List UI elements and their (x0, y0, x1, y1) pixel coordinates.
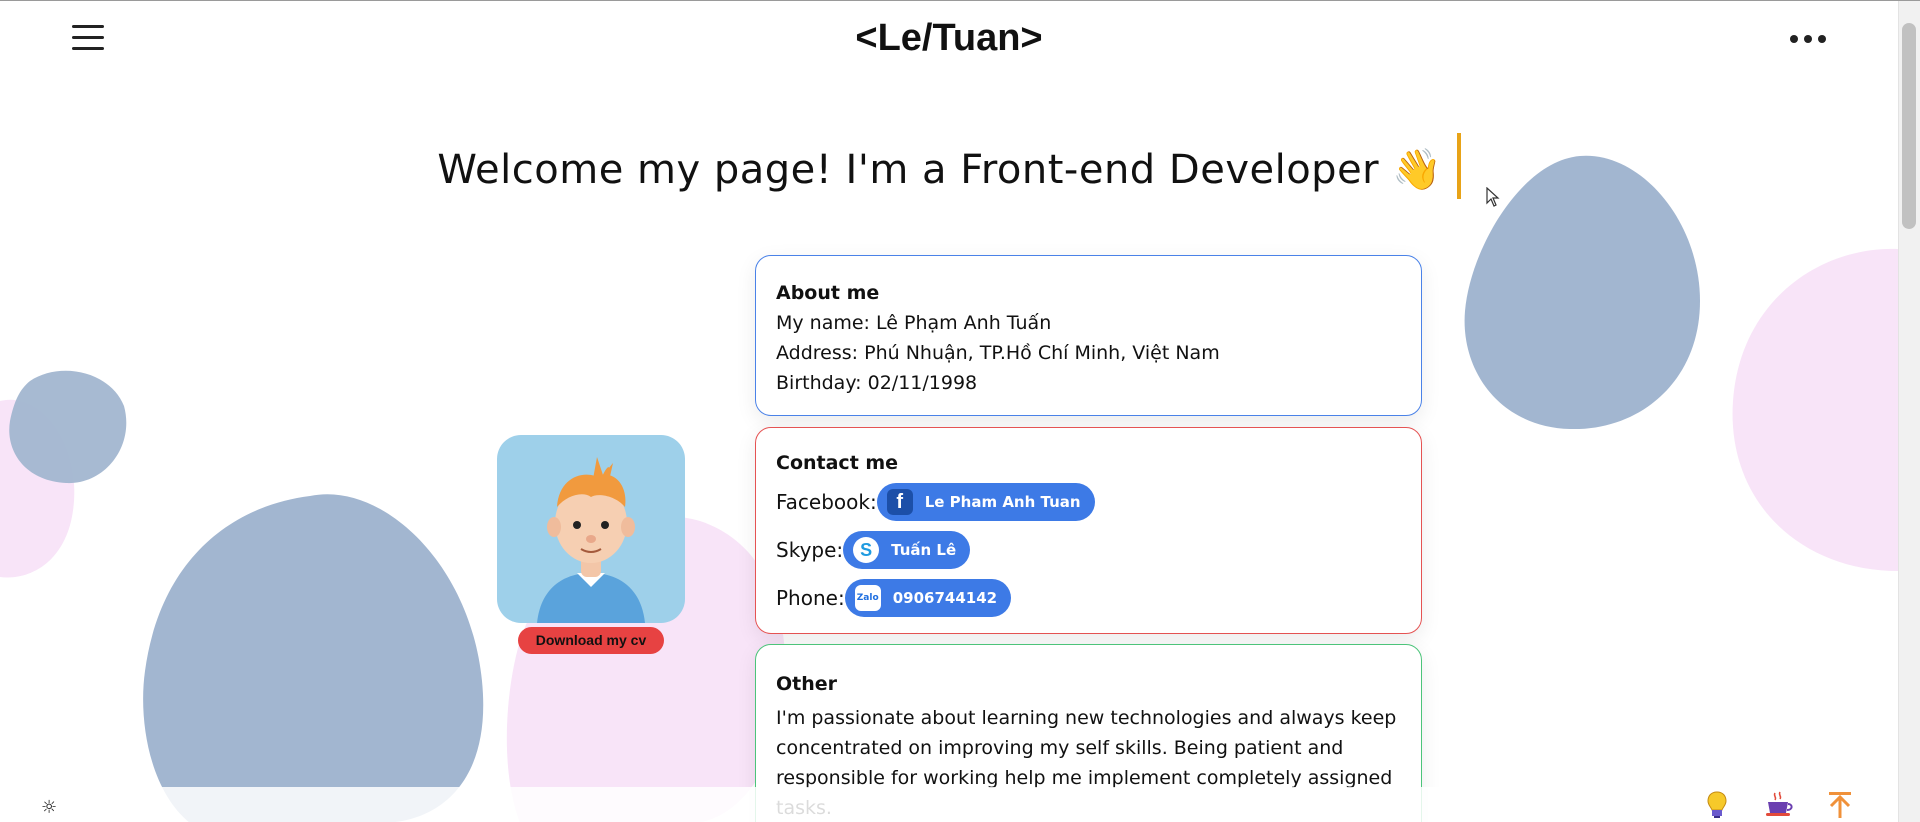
phone-label: Phone: (776, 586, 845, 610)
arrow-up-icon[interactable] (1828, 791, 1852, 819)
download-cv-button[interactable]: Download my cv (518, 627, 664, 654)
coffee-icon[interactable] (1765, 791, 1795, 817)
more-icon[interactable] (1790, 31, 1832, 47)
facebook-link[interactable]: f Le Pham Anh Tuan (876, 483, 1095, 521)
skype-icon: S (853, 537, 880, 563)
skype-link[interactable]: S Tuấn Lê (843, 531, 971, 569)
contact-title: Contact me (776, 452, 899, 474)
lightbulb-icon[interactable] (1707, 791, 1727, 819)
header: <Le/Tuan> (0, 1, 1898, 81)
blue-blob-small (9, 370, 127, 484)
welcome-heading: Welcome my page! I'm a Front-end Develop… (0, 133, 1898, 205)
zalo-icon: Zalo (854, 585, 881, 611)
avatar (497, 435, 685, 623)
bottom-toolbar (0, 787, 1898, 822)
contact-card: Contact me Facebook: f Le Pham Anh Tuan … (755, 427, 1422, 634)
mouse-cursor-icon (1486, 187, 1500, 207)
sun-icon[interactable]: ☼ (41, 797, 57, 818)
scrollbar[interactable] (1898, 1, 1920, 822)
pink-blob-right (1732, 248, 1898, 571)
contact-row-phone: Phone: Zalo 0906744142 (776, 574, 1401, 622)
facebook-name: Le Pham Anh Tuan (924, 493, 1081, 511)
scrollbar-thumb[interactable] (1902, 23, 1916, 229)
about-card: About me My name: Lê Phạm Anh Tuấn Addre… (755, 255, 1422, 416)
contact-row-facebook: Facebook: f Le Pham Anh Tuan (776, 478, 1401, 526)
skype-label: Skype: (776, 538, 844, 562)
welcome-text: Welcome my page! I'm a Front-end Develop… (437, 147, 1443, 193)
site-logo[interactable]: <Le/Tuan> (0, 17, 1898, 60)
contact-row-skype: Skype: S Tuấn Lê (776, 526, 1401, 574)
about-title: About me (776, 282, 880, 304)
phone-link[interactable]: Zalo 0906744142 (844, 579, 1012, 617)
facebook-label: Facebook: (776, 490, 877, 514)
skype-name: Tuấn Lê (891, 541, 957, 559)
phone-number: 0906744142 (892, 589, 998, 607)
about-address: Address: Phú Nhuận, TP.Hồ Chí Minh, Việt… (776, 342, 1220, 364)
avatar-illustration (537, 457, 645, 623)
typing-caret (1456, 133, 1461, 199)
blue-blob-large (143, 494, 484, 822)
facebook-icon: f (886, 489, 913, 515)
about-name: My name: Lê Phạm Anh Tuấn (776, 312, 1052, 334)
about-birthday: Birthday: 02/11/1998 (776, 372, 978, 394)
other-title: Other (776, 673, 838, 695)
